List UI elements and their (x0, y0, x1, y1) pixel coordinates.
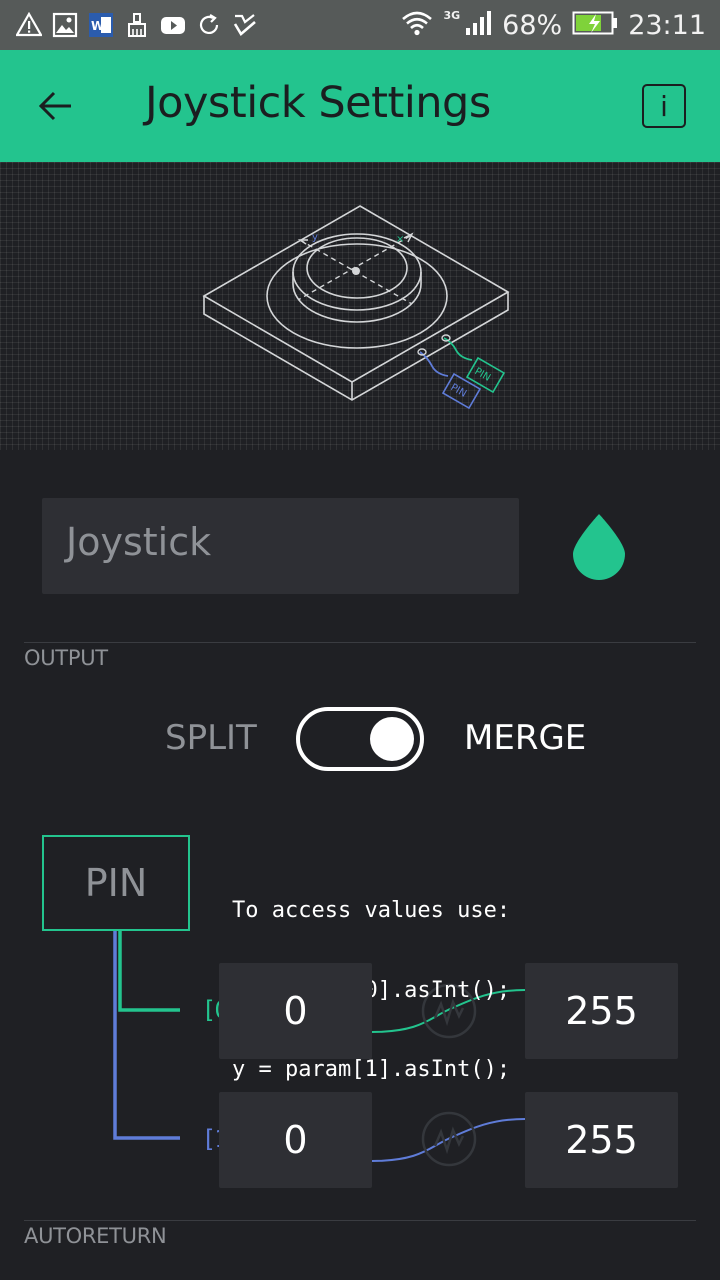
widget-name-value: Joystick (66, 520, 212, 564)
split-label[interactable]: SPLIT (165, 718, 257, 758)
joystick-illustration: × y PIN PIN (0, 162, 720, 450)
channel-min-input[interactable]: 0 (219, 1092, 372, 1188)
youtube-icon (160, 12, 186, 38)
pin-label: PIN (84, 861, 148, 905)
page-title: Joystick Settings (145, 78, 491, 128)
info-button[interactable]: i (642, 84, 686, 128)
word-doc-icon: W (88, 12, 114, 38)
joystick-diagram-icon: × y PIN PIN (202, 205, 510, 410)
signal-icon (464, 10, 492, 40)
notification-icons: W (16, 10, 258, 40)
status-right: 3G 68% 23:11 (401, 6, 706, 44)
channel-max-value: 255 (565, 1118, 638, 1162)
sync-icon (196, 12, 222, 38)
divider (24, 1220, 696, 1221)
color-drop-icon (573, 514, 625, 580)
svg-text:W: W (91, 19, 104, 33)
code-hint-line: To access values use: (232, 898, 511, 923)
status-bar: W 3G 68% 23:11 (0, 0, 720, 50)
image-icon (52, 12, 78, 38)
divider (24, 642, 696, 643)
battery-charging-icon (572, 10, 618, 40)
channel-min-value: 0 (283, 989, 308, 1033)
autoreturn-section-label: AUTORETURN (24, 1224, 167, 1248)
channel-max-input[interactable]: 255 (525, 1092, 678, 1188)
merge-label[interactable]: MERGE (464, 718, 586, 758)
battery-percent: 68% (502, 9, 563, 41)
split-merge-toggle[interactable] (296, 707, 424, 771)
back-arrow-icon (38, 91, 71, 121)
channel-max-input[interactable]: 255 (525, 963, 678, 1059)
info-icon: i (660, 89, 668, 123)
back-button[interactable] (30, 80, 82, 132)
code-hint-line: y = param[1].asInt(); (232, 1057, 511, 1082)
channel-min-input[interactable]: 0 (219, 963, 372, 1059)
screen: W 3G 68% 23:11 Joystick Settings i × y P… (0, 0, 720, 1280)
pin-select-button[interactable]: PIN (42, 835, 190, 931)
app-bar: Joystick Settings i (0, 50, 720, 162)
check-icon (232, 12, 258, 38)
wifi-icon (401, 10, 433, 40)
network-type: 3G (443, 8, 461, 22)
clock: 23:11 (628, 9, 706, 41)
svg-text:×: × (396, 234, 404, 245)
warning-icon (16, 12, 42, 38)
color-picker-button[interactable] (570, 512, 628, 580)
output-section-label: OUTPUT (24, 646, 108, 670)
channel-max-value: 255 (565, 989, 638, 1033)
cleaner-icon (124, 12, 150, 38)
toggle-knob (370, 717, 414, 761)
widget-name-input[interactable]: Joystick (42, 498, 519, 594)
channel-min-value: 0 (283, 1118, 308, 1162)
svg-text:y: y (312, 232, 318, 243)
